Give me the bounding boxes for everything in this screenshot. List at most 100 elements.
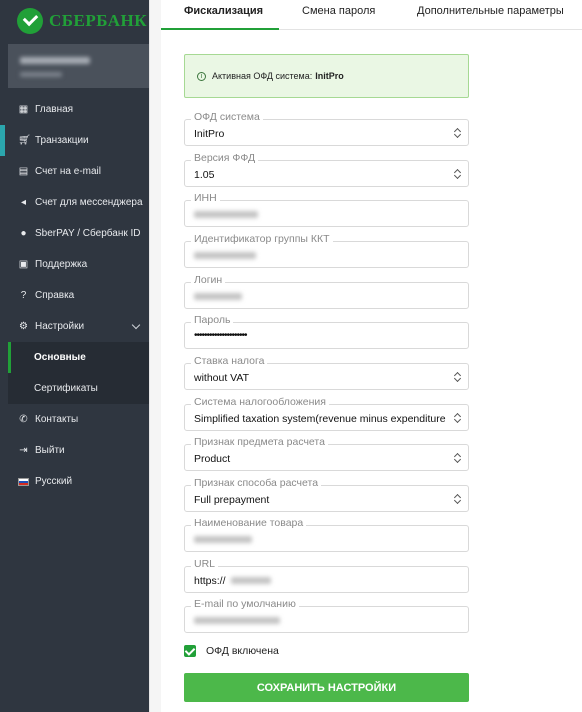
field-label: Признак способа расчета bbox=[191, 477, 322, 489]
field-value: InitPro bbox=[194, 128, 225, 140]
field-label: Признак предмета расчета bbox=[191, 436, 328, 448]
support-icon: ▣ bbox=[18, 259, 29, 270]
field-value: without VAT bbox=[194, 372, 250, 384]
ofd-enabled-checkbox[interactable] bbox=[184, 645, 196, 657]
field-label: Версия ФФД bbox=[191, 152, 259, 164]
select-arrows-icon bbox=[455, 372, 461, 382]
sberpay-icon: ● bbox=[20, 228, 27, 239]
invoice-icon: ▤ bbox=[18, 166, 29, 177]
phone-icon: ✆ bbox=[19, 414, 28, 425]
field-label: ОФД система bbox=[191, 111, 263, 123]
sidebar-item-logout[interactable]: ⇥ Выйти bbox=[8, 435, 149, 466]
field-label: Логин bbox=[191, 274, 226, 286]
settings-tabs: Фискализация Смена пароля Дополнительные… bbox=[161, 0, 582, 30]
sidebar-item-contacts[interactable]: ✆ Контакты bbox=[8, 404, 149, 435]
select-arrows-icon bbox=[455, 453, 461, 463]
sidebar-item-label: Главная bbox=[35, 104, 74, 115]
inn-input[interactable]: ИНН bbox=[184, 192, 469, 227]
tab-change-password[interactable]: Смена пароля bbox=[302, 5, 375, 17]
sidebar-divider bbox=[149, 0, 161, 712]
field-label: Пароль bbox=[191, 314, 234, 326]
sidebar-item-label: Выйти bbox=[35, 445, 65, 456]
field-value: 1.05 bbox=[194, 169, 215, 181]
field-label: ИНН bbox=[191, 192, 220, 204]
sidebar-item-help[interactable]: ? Справка bbox=[8, 280, 149, 311]
login-input[interactable]: Логин bbox=[184, 274, 469, 309]
default-email-input[interactable]: E-mail по умолчанию bbox=[184, 598, 469, 633]
sidebar-menu: ▦ Главная 🛒︎ Транзакции ▤ Счет на e-mail… bbox=[0, 94, 149, 497]
alert-text: Активная ОФД система: bbox=[212, 71, 313, 81]
checkbox-label: ОФД включена bbox=[206, 645, 279, 657]
chevron-down-icon bbox=[131, 320, 141, 330]
redacted-value bbox=[231, 577, 271, 584]
logout-icon: ⇥ bbox=[19, 445, 28, 456]
select-arrows-icon bbox=[455, 494, 461, 504]
sidebar-item-label: SberPAY / Сбербанк ID bbox=[35, 228, 141, 239]
save-settings-button[interactable]: СОХРАНИТЬ НАСТРОЙКИ bbox=[184, 673, 469, 702]
field-label: Ставка налога bbox=[191, 355, 268, 367]
tax-rate-select[interactable]: Ставка налога without VAT bbox=[184, 355, 469, 390]
payment-subject-select[interactable]: Признак предмета расчета Product bbox=[184, 436, 469, 471]
account-info[interactable] bbox=[8, 44, 149, 88]
sidebar-item-sberpay[interactable]: ● SberPAY / Сбербанк ID bbox=[8, 218, 149, 249]
sidebar-item-label: Счет для мессенджера bbox=[35, 197, 143, 208]
sidebar-item-label: Справка bbox=[35, 290, 75, 301]
ofd-enabled-checkbox-row[interactable]: ОФД включена bbox=[184, 645, 279, 657]
sidebar-item-label: Настройки bbox=[35, 321, 85, 332]
field-value: Product bbox=[194, 453, 231, 465]
tab-fiscalization[interactable]: Фискализация bbox=[184, 5, 263, 17]
account-id-redacted bbox=[20, 72, 62, 77]
field-label: Наименование товара bbox=[191, 517, 307, 529]
field-label: E-mail по умолчанию bbox=[191, 598, 299, 610]
password-input[interactable]: Пароль ••••••••••••••••••••• bbox=[184, 314, 469, 349]
sidebar-item-messenger-invoice[interactable]: ◂ Счет для мессенджера bbox=[8, 187, 149, 218]
info-icon: i bbox=[197, 71, 206, 81]
sidebar-item-language[interactable]: Русский bbox=[8, 466, 149, 497]
select-arrows-icon bbox=[455, 169, 461, 179]
url-input[interactable]: URL https:// bbox=[184, 558, 469, 593]
sidebar-item-main[interactable]: ▦ Главная bbox=[8, 94, 149, 125]
redacted-value bbox=[194, 252, 256, 259]
sidebar-item-support[interactable]: ▣ Поддержка bbox=[8, 249, 149, 280]
tab-additional-parameters[interactable]: Дополнительные параметры bbox=[417, 5, 564, 17]
field-label: Идентификатор группы ККТ bbox=[191, 233, 333, 245]
ofd-system-select[interactable]: ОФД система InitPro bbox=[184, 111, 469, 146]
dashboard-icon: ▦ bbox=[18, 104, 29, 115]
sidebar-item-certificates[interactable]: Сертификаты bbox=[8, 373, 149, 404]
redacted-value bbox=[194, 536, 252, 543]
payment-method-select[interactable]: Признак способа расчета Full prepayment bbox=[184, 477, 469, 512]
cart-icon: 🛒︎ bbox=[18, 135, 31, 146]
field-value: Full prepayment bbox=[194, 494, 270, 506]
field-value: https:// bbox=[194, 575, 226, 587]
sberbank-logo[interactable]: СБЕРБАНК bbox=[17, 8, 147, 34]
sidebar-item-label: Поддержка bbox=[35, 259, 88, 270]
sidebar-item-label: Счет на e-mail bbox=[35, 166, 101, 177]
sidebar-item-settings[interactable]: ⚙ Настройки bbox=[8, 311, 149, 342]
sidebar-item-label: Русский bbox=[35, 476, 73, 487]
sberbank-logo-icon bbox=[17, 8, 43, 34]
active-tab-indicator bbox=[161, 28, 279, 30]
help-icon: ? bbox=[20, 290, 27, 301]
select-arrows-icon bbox=[455, 128, 461, 138]
redacted-value bbox=[194, 617, 280, 624]
sidebar-item-settings-main[interactable]: Основные bbox=[8, 342, 149, 373]
brand-name: СБЕРБАНК bbox=[49, 11, 148, 30]
sidebar-item-label: Сертификаты bbox=[34, 383, 98, 394]
field-value: Simplified taxation system(revenue minus… bbox=[194, 413, 446, 425]
account-name-redacted bbox=[20, 57, 90, 64]
sidebar-item-label: Транзакции bbox=[35, 135, 89, 146]
tax-system-select[interactable]: Система налогообложения Simplified taxat… bbox=[184, 396, 469, 431]
field-label: URL bbox=[191, 558, 219, 570]
russian-flag-icon bbox=[18, 477, 29, 486]
redacted-value bbox=[194, 211, 258, 218]
sidebar-item-label: Основные bbox=[34, 352, 86, 363]
sidebar-item-label: Контакты bbox=[35, 414, 79, 425]
sidebar-item-transactions[interactable]: 🛒︎ Транзакции bbox=[0, 125, 149, 156]
redacted-value bbox=[194, 293, 242, 300]
kkt-group-input[interactable]: Идентификатор группы ККТ bbox=[184, 233, 469, 268]
ffd-version-select[interactable]: Версия ФФД 1.05 bbox=[184, 152, 469, 187]
sidebar-item-email-invoice[interactable]: ▤ Счет на e-mail bbox=[8, 156, 149, 187]
select-arrows-icon bbox=[455, 413, 461, 423]
product-name-input[interactable]: Наименование товара bbox=[184, 517, 469, 552]
messenger-icon: ◂ bbox=[20, 197, 27, 208]
